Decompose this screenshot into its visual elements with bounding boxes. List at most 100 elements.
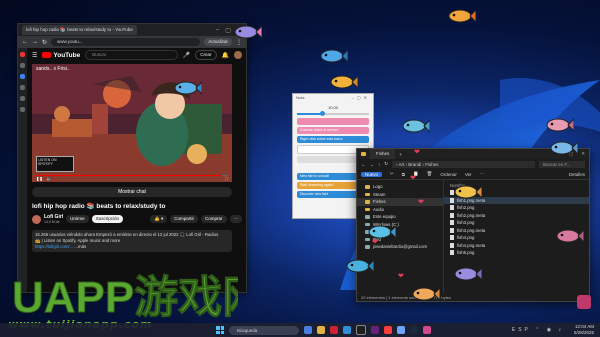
fish-icon[interactable] [452,266,482,282]
forward-icon[interactable]: → [32,39,38,45]
terminal-icon[interactable] [356,325,366,335]
fish-icon[interactable] [548,140,578,156]
up-icon[interactable]: ↑ [378,162,380,167]
join-button[interactable]: Unirme [66,215,89,223]
history-icon[interactable] [20,96,25,101]
video-description[interactable]: 15.266 usuarios viéndolo ahora Empezó a … [32,230,232,252]
more-icon[interactable]: ⋯ [229,215,242,223]
slider-knob[interactable] [320,111,326,116]
sidebar-item[interactable]: Audio [357,206,443,214]
refresh-icon[interactable]: ↻ [384,161,388,167]
file-row[interactable]: fish2.png [444,204,589,212]
system-tray[interactable]: ESP ⌃ ◉ ♪ [512,327,564,333]
search-input[interactable]: Buscar [85,50,178,60]
edge-icon[interactable] [343,326,351,334]
sidebar-item[interactable]: Fishes [357,198,443,206]
back-icon[interactable]: ← [22,39,28,45]
video-player[interactable]: sands.. x Frisi.. LISTEN ON SPOTIFY ❚❚ 🔈… [32,64,232,182]
notes-bar[interactable]: Right click sobre esta barra [297,136,369,143]
app-icon[interactable] [384,326,392,334]
create-button[interactable]: Crear [195,50,217,60]
forward-icon[interactable]: → [370,162,375,167]
delete-icon[interactable]: 🗑 [427,171,433,177]
more-icon[interactable]: ⋯ [480,171,485,177]
file-row[interactable]: fish5.png [444,249,589,257]
notes-bar[interactable] [297,118,369,125]
settings-icon[interactable] [20,107,25,112]
spotify-box[interactable]: LISTEN ON SPOTIFY [36,156,74,172]
fish-icon[interactable] [554,228,584,244]
opera-icon[interactable] [330,326,338,334]
url-field[interactable]: www.youtu... [51,38,201,46]
channel-name-block[interactable]: Lofi Girl 14,9 M de [44,214,63,224]
buy-button[interactable]: Comprar [200,215,227,223]
description-link[interactable]: https://lofigirl.com/... [35,244,73,249]
taskbar-search[interactable]: Búsqueda [229,325,299,335]
home-icon[interactable] [20,63,25,68]
clock[interactable]: 12:04 AM 5/28/2025 [574,324,594,336]
visual-studio-icon[interactable] [371,326,379,334]
new-tab-icon[interactable]: + [399,152,402,157]
browser-tab[interactable]: lofi hip hop radio 📚 beats to relax/stud… [22,25,137,35]
messenger-icon[interactable] [20,74,25,79]
sidebar-item[interactable]: Este equipo [357,213,443,221]
fullscreen-icon[interactable]: ⛶ [225,176,228,181]
start-icon[interactable] [216,326,224,334]
fish-icon[interactable] [318,48,348,64]
new-button[interactable]: Nuevo [361,171,383,177]
fish-icon[interactable] [232,24,262,40]
copy-icon[interactable]: ⧉ [402,172,405,177]
fish-icon[interactable] [172,80,202,96]
notes-slider[interactable] [297,111,369,116]
fish-icon[interactable] [452,184,482,200]
sort-button[interactable]: Ordenar [440,172,457,177]
notes-bar[interactable]: Guardar datos al archivo [297,127,369,134]
close-icon[interactable]: ✕ [581,151,585,157]
fish-icon[interactable] [328,74,358,90]
breadcrumb[interactable]: › Art › Brandi › Fishes [392,160,535,168]
youtube-logo[interactable]: YouTube [42,52,80,59]
show-more-link[interactable]: ...más [74,244,86,249]
task-view-icon[interactable] [304,326,312,334]
fish-icon[interactable] [344,258,374,274]
explorer-search-input[interactable]: Buscar en F... [539,160,585,168]
reload-icon[interactable]: ↻ [42,39,47,46]
details-button[interactable]: Detalles [569,172,585,177]
minimize-icon[interactable]: – [216,27,219,34]
file-explorer-icon[interactable] [317,326,325,334]
channel-avatar[interactable] [32,214,41,224]
steam-icon[interactable] [410,326,418,334]
volume-icon[interactable]: 🔈 [47,176,52,181]
opera-icon[interactable] [20,52,25,57]
share-button[interactable]: Compartir [170,215,198,223]
fish-icon[interactable] [446,8,476,24]
play-icon[interactable]: ❚❚ [36,176,43,181]
sidebar-item[interactable]: Steam [357,191,443,199]
fish-icon[interactable] [544,117,574,133]
file-row[interactable]: fish2.png.meta [444,212,589,220]
file-row[interactable]: fish3.png [444,219,589,227]
fish-icon[interactable] [366,224,396,240]
show-chat-button[interactable]: Mostrar chat [32,187,232,197]
explorer-tab[interactable]: Fishes [370,149,396,159]
update-button[interactable]: Actualizar [204,38,232,46]
sidebar-item[interactable]: josedanieltardio@gmail.com [357,243,443,251]
sidebar-item[interactable]: Logo [357,183,443,191]
fish-app-icon[interactable] [577,295,591,309]
notes-window-controls[interactable]: –▢✕ [352,95,370,102]
subscribed-button[interactable]: Suscripción [91,215,123,223]
fish-icon[interactable] [410,286,440,302]
cut-icon[interactable]: ✂ [390,171,394,177]
fish-app-taskbar-icon[interactable] [423,326,431,334]
fish-icon[interactable] [400,118,430,134]
bell-icon[interactable]: 🔔 [222,52,229,59]
avatar[interactable] [234,51,242,59]
view-button[interactable]: Ver [465,172,472,177]
app-icon[interactable] [397,326,405,334]
whatsapp-icon[interactable] [20,85,25,90]
notes-value[interactable]: 10,00 [297,105,369,110]
maximize-icon[interactable]: ▢ [225,27,231,34]
hamburger-icon[interactable]: ☰ [32,52,37,59]
back-icon[interactable]: ← [361,162,366,167]
mic-icon[interactable]: 🎤 [183,52,190,59]
